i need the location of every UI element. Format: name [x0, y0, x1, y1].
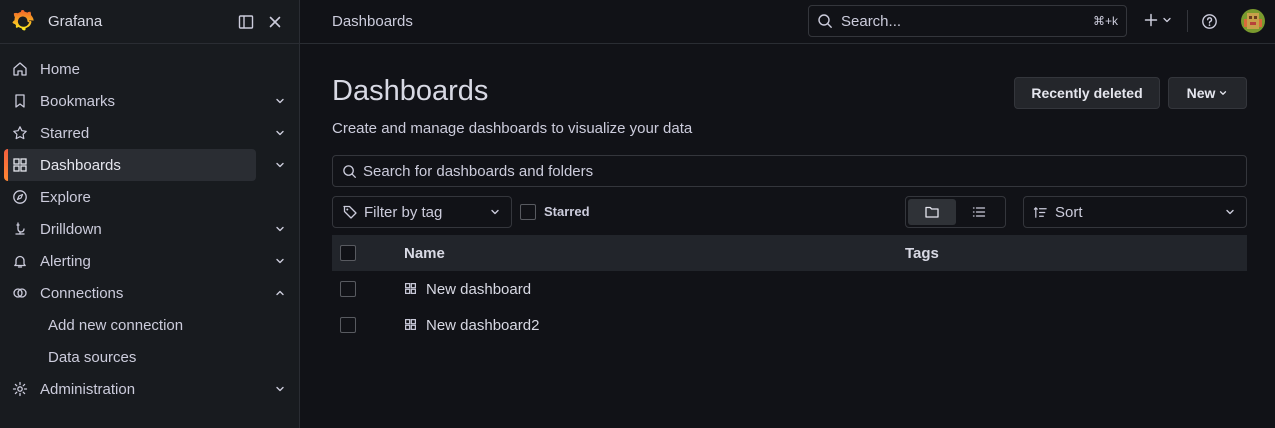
sidebar-header: Grafana — [0, 0, 299, 44]
topbar: Dashboards Search... ⌘+k — [300, 0, 1275, 44]
row-checkbox[interactable] — [340, 281, 356, 297]
sidebar-item-alerting[interactable]: Alerting — [0, 245, 299, 277]
sidebar-item-label: Explore — [40, 188, 91, 206]
filter-by-tag-select[interactable]: Filter by tag — [332, 196, 512, 228]
sidebar-item-data-sources[interactable]: Data sources — [0, 341, 299, 373]
starred-checkbox[interactable] — [520, 204, 536, 220]
sidebar-item-explore[interactable]: Explore — [0, 181, 299, 213]
star-icon — [12, 125, 28, 141]
sidebar: Grafana Home Bookmarks Starred Dashboard… — [0, 0, 300, 428]
search-placeholder: Search for dashboards and folders — [363, 162, 594, 180]
chevron-down-icon — [1224, 206, 1236, 218]
grafana-logo-icon[interactable] — [12, 9, 36, 34]
page-subtitle: Create and manage dashboards to visualiz… — [332, 120, 693, 137]
chevron-down-icon[interactable] — [272, 381, 288, 397]
column-header-name: Name — [404, 245, 445, 262]
sidebar-item-label: Administration — [40, 380, 136, 398]
sidebar-item-label: Connections — [40, 284, 124, 302]
search-placeholder: Search... — [841, 12, 902, 30]
chevron-down-icon[interactable] — [272, 221, 288, 237]
sidebar-item-label: Data sources — [48, 348, 137, 366]
dashboard-search-input[interactable]: Search for dashboards and folders — [332, 155, 1247, 187]
link-icon — [12, 285, 28, 301]
chevron-down-icon — [1218, 88, 1228, 98]
tag-icon — [342, 204, 358, 220]
table-row[interactable]: New dashboard2 — [332, 307, 1247, 343]
search-icon — [342, 164, 357, 179]
bookmark-icon — [12, 93, 28, 109]
chevron-down-icon[interactable] — [272, 93, 288, 109]
brand-name: Grafana — [48, 13, 103, 30]
active-indicator — [4, 149, 8, 181]
page-title: Dashboards — [332, 75, 489, 107]
plus-icon — [1143, 12, 1159, 28]
sidebar-item-label: Bookmarks — [40, 92, 116, 110]
apps-icon — [404, 318, 417, 331]
recently-deleted-button[interactable]: Recently deleted — [1014, 77, 1160, 109]
chevron-down-icon[interactable] — [272, 125, 288, 141]
main-content: Dashboards Create and manage dashboards … — [300, 44, 1275, 428]
row-checkbox[interactable] — [340, 317, 356, 333]
sidebar-item-administration[interactable]: Administration — [0, 373, 299, 405]
nav-menu: Home Bookmarks Starred Dashboards Explor… — [0, 44, 299, 405]
sidebar-item-bookmarks[interactable]: Bookmarks — [0, 85, 299, 117]
sidebar-item-label: Drilldown — [40, 220, 102, 238]
sidebar-item-dashboards[interactable]: Dashboards — [0, 149, 299, 181]
table-row[interactable]: New dashboard — [332, 271, 1247, 307]
filter-by-tag-placeholder: Filter by tag — [364, 203, 443, 221]
avatar[interactable] — [1241, 9, 1265, 33]
dashboard-name-link[interactable]: New dashboard2 — [426, 317, 539, 334]
dock-menu-icon[interactable] — [234, 10, 258, 34]
compass-icon — [12, 189, 28, 205]
search-shortcut: ⌘+k — [1092, 14, 1118, 28]
home-icon — [12, 61, 28, 77]
folder-view-button[interactable] — [908, 199, 956, 225]
chevron-up-icon[interactable] — [272, 285, 288, 301]
view-toggle — [905, 196, 1006, 228]
sidebar-item-label: Dashboards — [40, 156, 121, 174]
close-menu-icon[interactable] — [263, 10, 287, 34]
sort-select[interactable]: Sort — [1023, 196, 1247, 228]
list-icon — [971, 204, 987, 220]
chevron-down-icon[interactable] — [272, 157, 288, 173]
new-button[interactable]: New — [1168, 77, 1247, 109]
list-view-button[interactable] — [956, 199, 1004, 225]
folder-icon — [924, 204, 940, 220]
starred-label[interactable]: Starred — [544, 204, 590, 219]
chevron-down-icon — [1161, 14, 1173, 26]
add-new-button[interactable] — [1143, 12, 1173, 28]
apps-icon — [404, 282, 417, 295]
chevron-down-icon — [489, 206, 501, 218]
sidebar-item-add-new-connection[interactable]: Add new connection — [0, 309, 299, 341]
new-label: New — [1186, 85, 1216, 101]
dashboard-name-link[interactable]: New dashboard — [426, 281, 531, 298]
table-header: Name Tags — [332, 235, 1247, 271]
sidebar-item-home[interactable]: Home — [0, 53, 299, 85]
sidebar-item-connections[interactable]: Connections — [0, 277, 299, 309]
sort-label: Sort — [1055, 203, 1083, 221]
drilldown-icon — [12, 221, 28, 237]
help-icon[interactable] — [1201, 13, 1218, 30]
sort-icon — [1033, 205, 1048, 220]
chevron-down-icon[interactable] — [272, 253, 288, 269]
sidebar-item-drilldown[interactable]: Drilldown — [0, 213, 299, 245]
sidebar-item-starred[interactable]: Starred — [0, 117, 299, 149]
sidebar-item-label: Starred — [40, 124, 90, 142]
apps-icon — [12, 157, 28, 173]
select-all-checkbox[interactable] — [340, 245, 356, 261]
bell-icon — [12, 253, 28, 269]
sidebar-item-label: Alerting — [40, 252, 91, 270]
sidebar-item-label: Add new connection — [48, 316, 184, 334]
breadcrumb[interactable]: Dashboards — [332, 13, 413, 30]
divider — [1187, 10, 1188, 32]
search-icon — [817, 13, 833, 29]
sidebar-item-label: Home — [40, 60, 81, 78]
cog-icon — [12, 381, 28, 397]
dashboards-table: Name Tags New dashboard New dashboard2 — [332, 235, 1247, 343]
recently-deleted-label: Recently deleted — [1031, 85, 1143, 101]
column-header-tags: Tags — [905, 245, 939, 262]
top-search-input[interactable]: Search... ⌘+k — [808, 5, 1127, 37]
